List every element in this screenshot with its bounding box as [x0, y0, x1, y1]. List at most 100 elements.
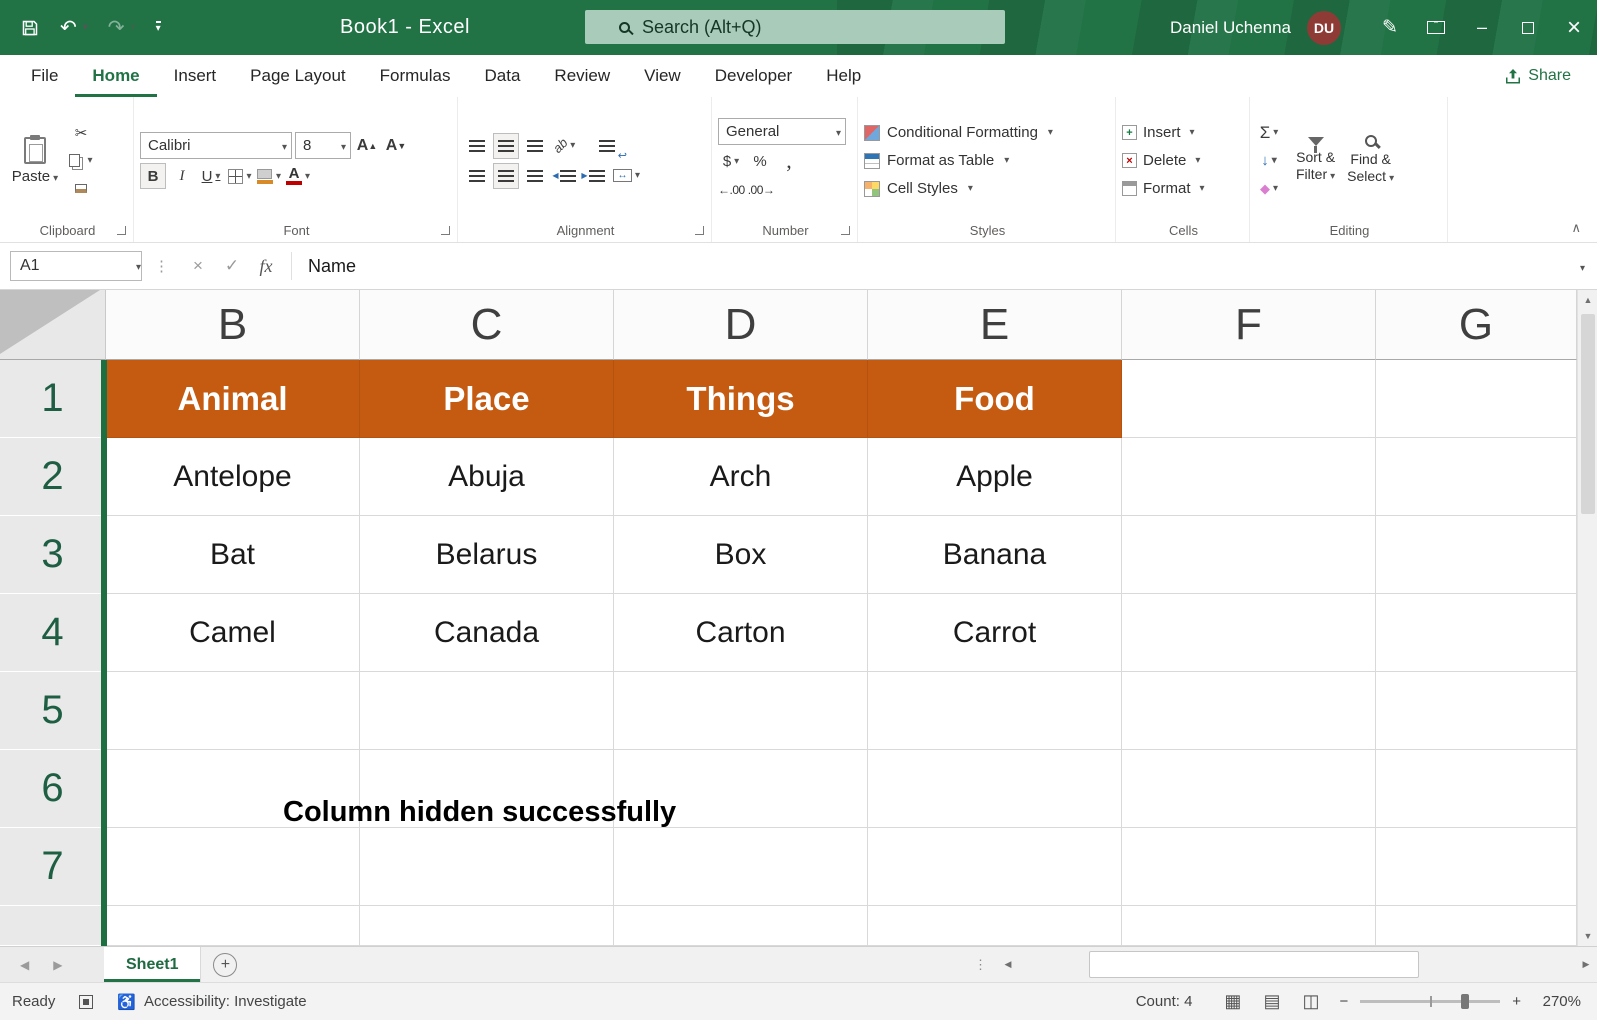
tab-home[interactable]: Home [75, 55, 156, 97]
next-sheet-button[interactable]: ▶ [53, 958, 62, 972]
row-header-3[interactable]: 3 [0, 516, 106, 594]
cell-f8[interactable] [1122, 906, 1376, 946]
cell-d8[interactable] [614, 906, 868, 946]
cell-g1[interactable] [1376, 360, 1577, 438]
expand-formula-bar-button[interactable] [1577, 259, 1585, 274]
row-header-6[interactable]: 6 [0, 750, 106, 828]
zoom-out-button[interactable]: − [1339, 993, 1348, 1010]
user-name[interactable]: Daniel Uchenna [1170, 18, 1291, 38]
wrap-text-button[interactable]: ↩ [594, 133, 627, 162]
align-left-button[interactable] [464, 163, 490, 189]
tab-file[interactable]: File [14, 55, 75, 97]
font-name-combobox[interactable]: Calibri [140, 132, 292, 159]
previous-sheet-button[interactable]: ◀ [20, 958, 29, 972]
paste-button[interactable]: Paste [6, 102, 64, 219]
search-box[interactable]: Search (Alt+Q) [585, 10, 1005, 44]
format-as-table-button[interactable]: Format as Table [864, 147, 1111, 174]
enter-entry-button[interactable]: ✓ [215, 256, 249, 276]
undo-button[interactable]: ↶ [60, 18, 88, 38]
save-button[interactable] [20, 18, 40, 38]
tab-formulas[interactable]: Formulas [363, 55, 468, 97]
cell-e5[interactable] [868, 672, 1122, 750]
decrease-indent-button[interactable]: ◀ [551, 163, 577, 189]
cell-b4[interactable]: Camel [106, 594, 360, 672]
cell-g3[interactable] [1376, 516, 1577, 594]
page-break-preview-button[interactable]: ◫ [1302, 991, 1319, 1012]
cell-b1[interactable]: Animal [106, 360, 360, 438]
row-header-5[interactable]: 5 [0, 672, 106, 750]
scroll-right-icon[interactable]: ▶ [1575, 947, 1597, 982]
zoom-slider-thumb[interactable] [1461, 994, 1470, 1009]
tab-insert[interactable]: Insert [157, 55, 234, 97]
fill-color-button[interactable] [256, 163, 282, 189]
select-all-button[interactable] [0, 290, 106, 360]
font-size-combobox[interactable]: 8 [295, 132, 351, 159]
avatar[interactable]: DU [1307, 10, 1341, 45]
tab-help[interactable]: Help [809, 55, 878, 97]
sort-filter-button[interactable]: Sort & Filter [1290, 102, 1341, 219]
cell-styles-button[interactable]: Cell Styles [864, 175, 1111, 202]
formula-input[interactable]: Name [300, 256, 1597, 277]
cell-b3[interactable]: Bat [106, 516, 360, 594]
dialog-launcher-icon[interactable] [117, 226, 126, 235]
cell-b7[interactable] [106, 828, 360, 906]
cell-g6[interactable] [1376, 750, 1577, 828]
cell-b8[interactable] [106, 906, 360, 946]
column-header-f[interactable]: F [1122, 290, 1376, 360]
cell-d5[interactable] [614, 672, 868, 750]
minimize-button[interactable]: – [1459, 0, 1505, 55]
increase-font-size-button[interactable]: A ▲ [354, 133, 380, 159]
scroll-down-icon[interactable]: ▼ [1578, 926, 1597, 946]
sheet-tab-sheet1[interactable]: Sheet1 [104, 947, 202, 982]
cell-c2[interactable]: Abuja [360, 438, 614, 516]
record-macro-button[interactable] [67, 994, 105, 1009]
close-button[interactable]: × [1551, 0, 1597, 55]
align-center-button[interactable] [493, 162, 519, 189]
zoom-level[interactable]: 270% [1533, 993, 1581, 1010]
insert-function-button[interactable]: fx [249, 256, 283, 277]
cell-g5[interactable] [1376, 672, 1577, 750]
merge-center-button[interactable]: ↔ [613, 163, 640, 189]
align-right-button[interactable] [522, 163, 548, 189]
cell-c7[interactable] [360, 828, 614, 906]
cell-f6[interactable] [1122, 750, 1376, 828]
cell-g4[interactable] [1376, 594, 1577, 672]
cell-c5[interactable] [360, 672, 614, 750]
cell-d4[interactable]: Carton [614, 594, 868, 672]
dialog-launcher-icon[interactable] [441, 226, 450, 235]
autosum-button[interactable]: Σ [1256, 120, 1282, 146]
restore-button[interactable] [1505, 0, 1551, 55]
decrease-font-size-button[interactable]: A ▼ [383, 133, 409, 159]
cell-b5[interactable] [106, 672, 360, 750]
bottom-align-button[interactable] [522, 133, 548, 159]
zoom-slider[interactable] [1360, 994, 1501, 1009]
vertical-scrollbar[interactable]: ▲ ▼ [1577, 290, 1597, 946]
horizontal-scrollbar[interactable]: ◀ ▶ [997, 947, 1597, 982]
new-sheet-button[interactable]: + [213, 952, 238, 977]
copy-button[interactable] [68, 148, 94, 174]
top-align-button[interactable] [464, 133, 490, 159]
cell-e2[interactable]: Apple [868, 438, 1122, 516]
decrease-decimal-button[interactable]: .00→ [748, 177, 775, 203]
cell-f7[interactable] [1122, 828, 1376, 906]
conditional-formatting-button[interactable]: Conditional Formatting [864, 119, 1111, 146]
cell-c8[interactable] [360, 906, 614, 946]
font-color-button[interactable]: A [285, 163, 311, 189]
row-header-1[interactable]: 1 [0, 360, 106, 438]
increase-decimal-button[interactable]: ←.00 [718, 177, 745, 203]
column-header-b[interactable]: B [106, 290, 360, 360]
row-header-8-partial[interactable] [0, 906, 106, 946]
column-header-d[interactable]: D [614, 290, 868, 360]
horizontal-scrollbar-track[interactable] [1019, 947, 1575, 982]
middle-align-button[interactable] [493, 132, 519, 159]
clear-button[interactable]: ◆ [1256, 176, 1282, 202]
italic-button[interactable]: I [169, 163, 195, 189]
normal-view-button[interactable]: ▦ [1224, 991, 1241, 1012]
name-box-resize-handle[interactable]: ⋮ [154, 257, 169, 275]
cell-e8[interactable] [868, 906, 1122, 946]
number-format-combobox[interactable]: General [718, 118, 846, 145]
tab-review[interactable]: Review [537, 55, 627, 97]
inking-button[interactable]: ✎ [1367, 0, 1413, 55]
cell-e6[interactable] [868, 750, 1122, 828]
row-header-4[interactable]: 4 [0, 594, 106, 672]
